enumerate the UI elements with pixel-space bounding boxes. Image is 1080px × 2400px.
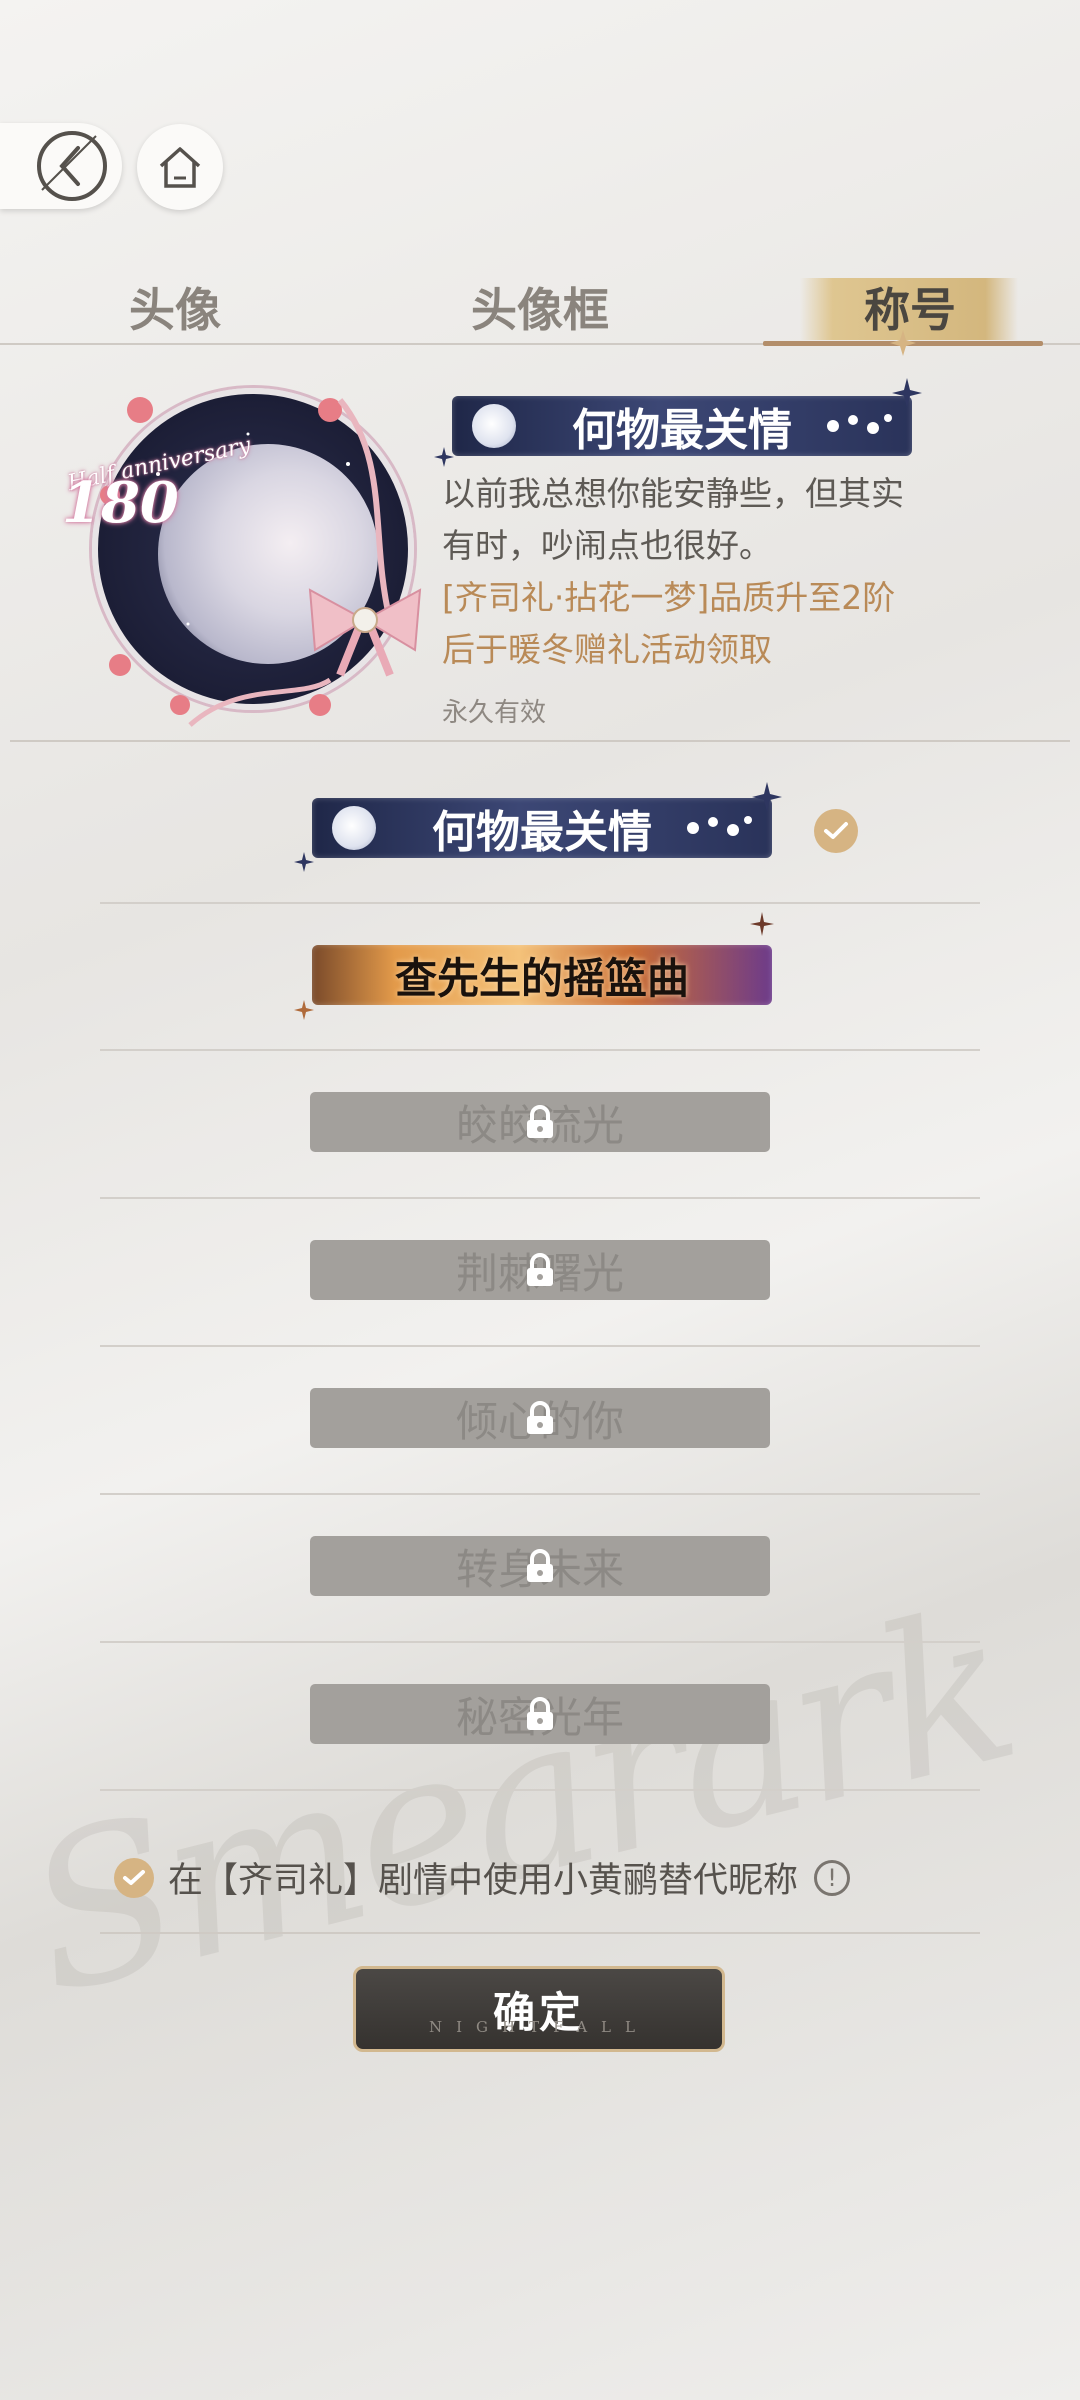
title-option-selected[interactable]: 何物最关情 (312, 798, 772, 858)
title-option-label: 何物最关情 (432, 807, 652, 858)
row-divider (100, 1345, 980, 1347)
anniversary-number: 180 (62, 470, 179, 536)
title-option-label: 查先生的摇篮曲 (394, 953, 689, 1003)
title-description: 以前我总想你能安静些，但其实有时，吵闹点也很好。 (442, 474, 904, 565)
tab-avatar[interactable]: 头像 (95, 270, 255, 350)
moon-icon (472, 404, 516, 448)
row-divider (100, 1493, 980, 1495)
title-option-locked-5[interactable]: 秘密光年 (310, 1684, 770, 1744)
lock-icon (527, 1105, 553, 1138)
sparkle-icon (434, 447, 454, 467)
divider (100, 1932, 980, 1934)
sparkle-icon (752, 782, 782, 812)
title-banner-label: 何物最关情 (572, 405, 792, 456)
home-icon (159, 147, 201, 188)
title-validity: 永久有效 (442, 698, 547, 728)
selected-check-icon (814, 809, 858, 853)
ribbon-bow (308, 588, 422, 677)
row-divider (100, 902, 980, 904)
row-divider (100, 1049, 980, 1051)
title-option-locked-2[interactable]: 荆棘曙光 (310, 1240, 770, 1300)
row-divider (100, 1789, 980, 1791)
title-banner: 何物最关情 (452, 396, 912, 456)
back-icon (37, 131, 107, 201)
row-divider (100, 1641, 980, 1643)
sparkle-icon (890, 330, 916, 356)
sparkle-icon (294, 1000, 314, 1020)
lock-icon (527, 1549, 553, 1582)
title-option-locked-1[interactable]: 皎皎流光 (310, 1092, 770, 1152)
title-unlock-note: [齐司礼·拈花一梦]品质升至2阶后于暖冬赠礼活动领取 (442, 578, 896, 669)
lock-icon (527, 1697, 553, 1730)
lock-icon (527, 1253, 553, 1286)
title-option-locked-4[interactable]: 转身未来 (310, 1536, 770, 1596)
sparkle-icon (294, 852, 314, 872)
sparkle-icon (750, 912, 774, 936)
confirm-button[interactable]: 确定 (353, 1966, 725, 2052)
confirm-button-subtitle: NIGHTFALL (429, 2018, 649, 2036)
divider (10, 740, 1070, 742)
title-option-2[interactable]: 查先生的摇篮曲 (312, 945, 772, 1005)
info-icon[interactable]: ! (814, 1859, 851, 1896)
check-icon (123, 1869, 145, 1885)
lock-icon (527, 1401, 553, 1434)
nickname-option[interactable]: 在【齐司礼】剧情中使用小黄鹂替代昵称 ! (114, 1852, 851, 1903)
option-checkbox[interactable] (114, 1857, 154, 1898)
home-button[interactable] (137, 124, 223, 210)
flower-icon (687, 816, 752, 836)
frame-roses (100, 397, 393, 727)
row-divider (100, 1197, 980, 1199)
title-option-locked-3[interactable]: 倾心的你 (310, 1388, 770, 1448)
back-button[interactable] (0, 123, 122, 209)
tab-avatar-frame[interactable]: 头像框 (440, 270, 640, 350)
flower-icon (827, 414, 892, 434)
sparkle-icon (892, 378, 922, 408)
moon-icon (332, 806, 376, 850)
option-label: 在【齐司礼】剧情中使用小黄鹂替代昵称 (168, 1861, 799, 1901)
